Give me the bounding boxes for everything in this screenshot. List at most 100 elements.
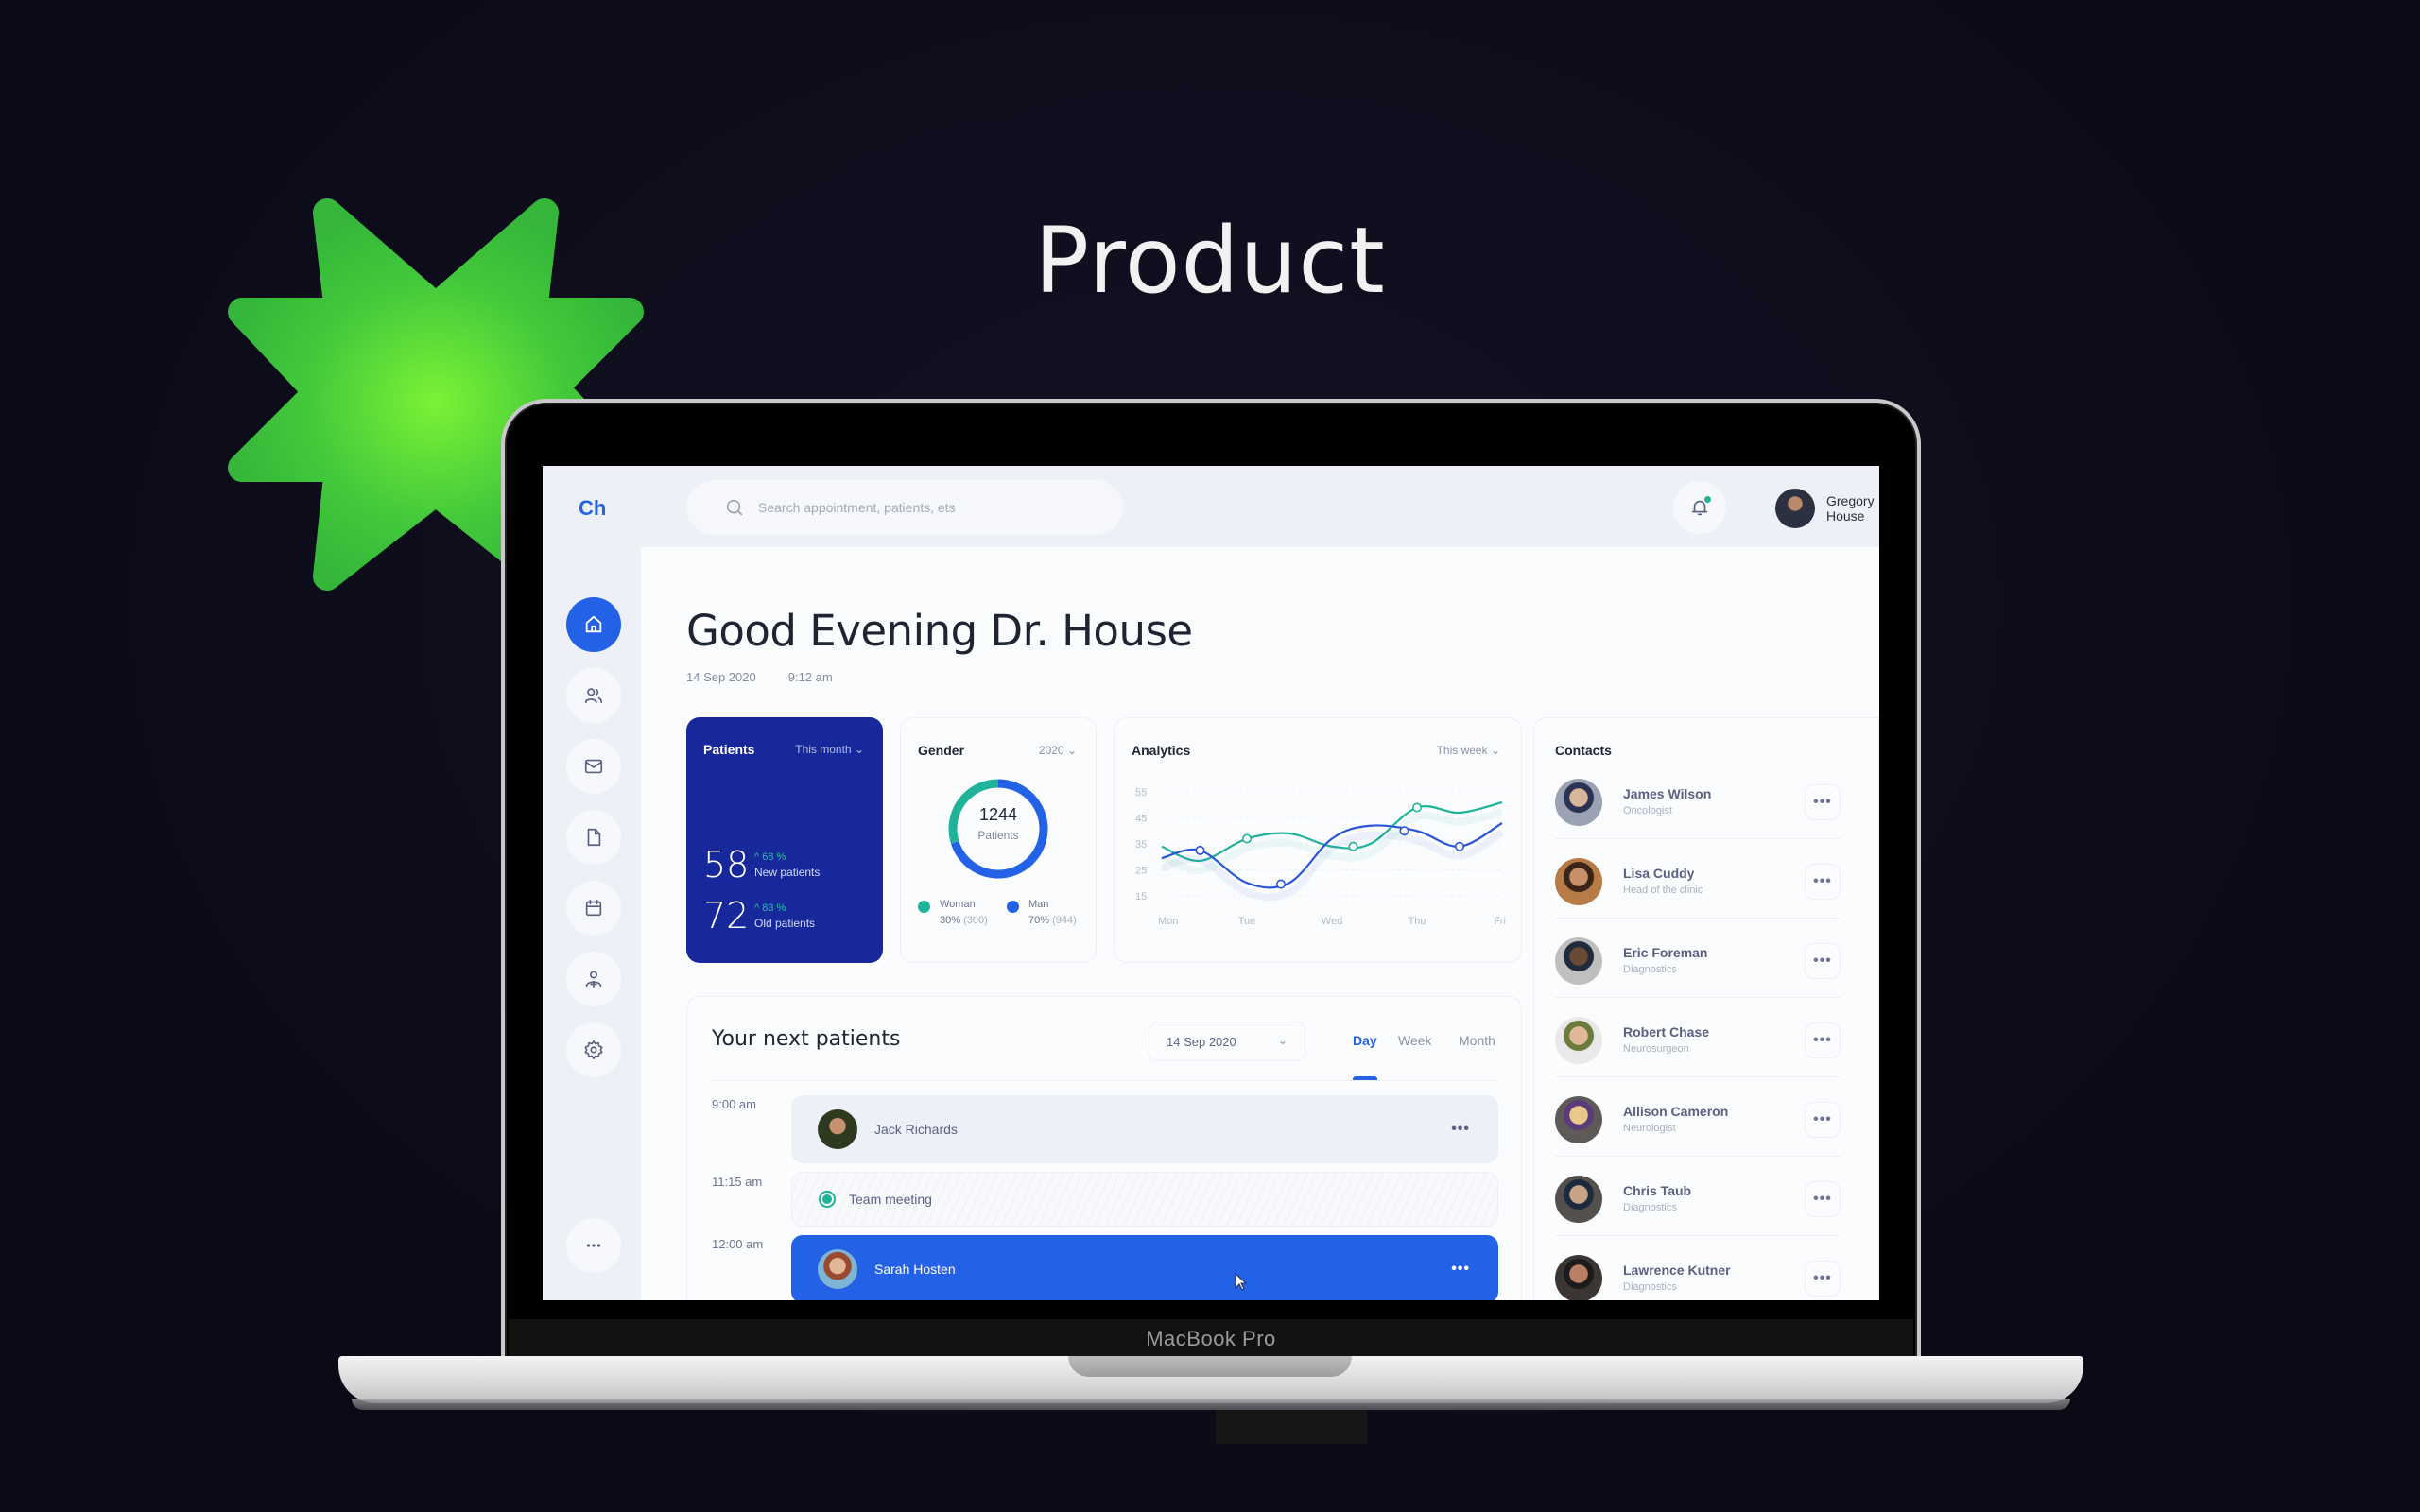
- teal-series-point[interactable]: [1242, 833, 1253, 844]
- stat-value: 72: [703, 895, 750, 936]
- tab-day[interactable]: Day: [1353, 1033, 1377, 1048]
- chevron-down-icon: ⌄: [1490, 744, 1500, 757]
- more-options-button[interactable]: •••: [1451, 1261, 1470, 1278]
- patient-name: Sarah Hosten: [874, 1262, 956, 1277]
- sidebar-item-calendar[interactable]: [566, 881, 621, 936]
- legend-percent: 30%: [940, 915, 961, 926]
- patients-card: Patients This month ⌄ 58 ^ 68 % New pati…: [686, 717, 883, 963]
- patients-filter-dropdown[interactable]: This month ⌄: [795, 743, 864, 756]
- blue-series-point[interactable]: [1195, 845, 1205, 855]
- contact-more-button[interactable]: •••: [1805, 1022, 1841, 1058]
- slot-time: 12:00 am: [712, 1237, 764, 1251]
- contact-item[interactable]: Lawrence Kutner Diagnostics •••: [1555, 1236, 1841, 1300]
- tab-month[interactable]: Month: [1459, 1033, 1495, 1048]
- blue-series-point[interactable]: [1399, 826, 1409, 836]
- tab-week[interactable]: Week: [1398, 1033, 1432, 1048]
- mouse-cursor-icon: [1235, 1273, 1248, 1291]
- appointment-slot[interactable]: Jack Richards •••: [791, 1095, 1498, 1163]
- chevron-down-icon: ⌄: [1066, 744, 1077, 757]
- blue-series-point[interactable]: [1276, 879, 1287, 889]
- analytics-filter-dropdown[interactable]: This week ⌄: [1437, 744, 1500, 757]
- current-time: 9:12 am: [787, 670, 833, 684]
- y-tick-label: 25: [1135, 866, 1147, 877]
- teal-series-point[interactable]: [1411, 802, 1422, 813]
- contact-item[interactable]: Allison Cameron Neurologist •••: [1555, 1077, 1841, 1157]
- patient-avatar: [818, 1109, 857, 1149]
- legend-man: Man 70% (944): [1007, 899, 1077, 926]
- legend-woman: Woman 30% (300): [918, 899, 988, 926]
- user-menu[interactable]: Gregory House: [1775, 489, 1879, 528]
- contact-item[interactable]: Robert Chase Neurosurgeon •••: [1555, 998, 1841, 1077]
- x-tick-label: Thu: [1409, 916, 1426, 927]
- sidebar-item-messages[interactable]: [566, 739, 621, 794]
- patient-name: Jack Richards: [874, 1122, 958, 1137]
- laptop-base-lip: [352, 1399, 2070, 1410]
- contact-name: James Wilson: [1623, 786, 1712, 801]
- divider: [712, 1080, 1498, 1081]
- meeting-name: Team meeting: [849, 1192, 932, 1207]
- gender-filter-dropdown[interactable]: 2020 ⌄: [1039, 744, 1077, 757]
- sidebar-more-button[interactable]: [566, 1218, 621, 1273]
- legend-percent: 70%: [1028, 915, 1050, 926]
- sidebar-item-patients[interactable]: [566, 668, 621, 723]
- old-patients-stat: 72 ^ 83 % Old patients: [703, 895, 815, 936]
- contact-item[interactable]: James Wilson Oncologist •••: [1555, 760, 1841, 839]
- search-bar[interactable]: [686, 480, 1123, 535]
- contact-name: Eric Foreman: [1623, 945, 1708, 960]
- chevron-down-icon: ⌄: [1277, 1034, 1288, 1047]
- gender-card: Gender 2020 ⌄ 1244 Patients Woman 30% (3…: [900, 717, 1097, 963]
- total-label: Patients: [977, 829, 1019, 842]
- contact-more-button[interactable]: •••: [1805, 1181, 1841, 1217]
- total-patients: 1244: [978, 805, 1018, 824]
- search-icon: [726, 499, 743, 516]
- user-plus-icon: [585, 971, 602, 988]
- calendar-icon: [585, 899, 602, 917]
- teal-series-point[interactable]: [1348, 841, 1358, 851]
- topbar: Gregory House: [641, 466, 1879, 547]
- users-icon: [584, 688, 603, 704]
- search-input[interactable]: [758, 500, 1098, 515]
- y-tick-label: 35: [1135, 839, 1147, 850]
- sidebar-item-add-user[interactable]: [566, 952, 621, 1006]
- contact-avatar: [1555, 1255, 1602, 1300]
- user-name: Gregory House: [1826, 493, 1875, 524]
- date-select[interactable]: 14 Sep 2020 ⌄: [1149, 1022, 1305, 1061]
- contact-item[interactable]: Chris Taub Diagnostics •••: [1555, 1157, 1841, 1236]
- contact-name: Lisa Cuddy: [1623, 866, 1695, 881]
- y-tick-label: 15: [1135, 891, 1147, 902]
- legend-swatch: [918, 901, 930, 913]
- stat-label: Old patients: [754, 916, 816, 930]
- sidebar-item-home[interactable]: [566, 597, 621, 652]
- contact-more-button[interactable]: •••: [1805, 1102, 1841, 1138]
- x-tick-label: Wed: [1322, 916, 1342, 927]
- x-tick-label: Tue: [1238, 916, 1256, 927]
- patient-avatar: [818, 1249, 857, 1289]
- appointment-slot-active[interactable]: Sarah Hosten •••: [791, 1235, 1498, 1300]
- analytics-card-title: Analytics: [1132, 743, 1191, 758]
- sidebar-item-documents[interactable]: [566, 810, 621, 865]
- sidebar-item-settings[interactable]: [566, 1022, 621, 1077]
- contact-more-button[interactable]: •••: [1805, 1261, 1841, 1297]
- contact-role: Diagnostics: [1623, 1281, 1677, 1293]
- stat-delta: ^ 68 %: [754, 850, 786, 863]
- contact-avatar: [1555, 1096, 1602, 1143]
- contact-more-button[interactable]: •••: [1805, 784, 1841, 820]
- contact-avatar: [1555, 937, 1602, 985]
- laptop-notch: [1068, 1356, 1352, 1377]
- blue-series-point[interactable]: [1454, 841, 1464, 851]
- y-tick-label: 55: [1135, 787, 1147, 799]
- current-date: 14 Sep 2020: [686, 670, 756, 684]
- contact-item[interactable]: Lisa Cuddy Head of the clinic •••: [1555, 839, 1841, 919]
- contact-role: Head of the clinic: [1623, 885, 1703, 896]
- contact-more-button[interactable]: •••: [1805, 864, 1841, 900]
- contact-item[interactable]: Eric Foreman Diagnostics •••: [1555, 919, 1841, 998]
- gender-filter-label: 2020: [1038, 744, 1064, 757]
- notifications-button[interactable]: [1673, 481, 1726, 534]
- contact-avatar: [1555, 1017, 1602, 1064]
- more-options-button[interactable]: •••: [1451, 1121, 1470, 1138]
- contact-more-button[interactable]: •••: [1805, 943, 1841, 979]
- app-logo[interactable]: Ch: [579, 496, 606, 521]
- contact-name: Lawrence Kutner: [1623, 1263, 1731, 1278]
- meeting-slot[interactable]: Team meeting: [791, 1172, 1498, 1227]
- contacts-panel: Contacts James Wilson Oncologist ••• Lisa C…: [1533, 717, 1879, 1300]
